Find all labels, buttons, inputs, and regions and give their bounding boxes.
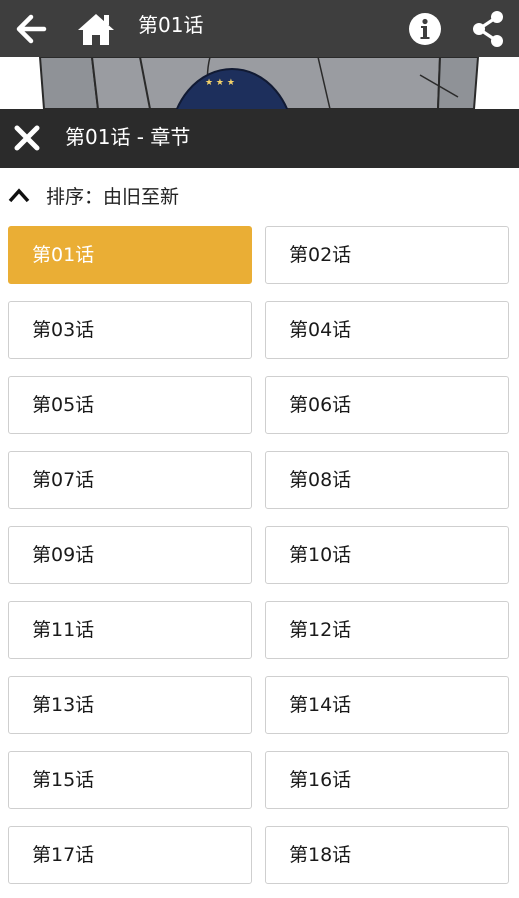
chapter-button[interactable]: 第09话 [8,526,252,584]
chapter-button[interactable]: 第16话 [265,751,509,809]
chapter-button[interactable]: 第14话 [265,676,509,734]
chapter-button[interactable]: 第08话 [265,451,509,509]
page-title: 第01话 [138,13,204,37]
chapter-button[interactable]: 第04话 [265,301,509,359]
chapter-button[interactable]: 第17话 [8,826,252,884]
close-icon [14,125,40,151]
home-icon [78,13,114,45]
svg-text:★ ★ ★: ★ ★ ★ [205,78,235,88]
chapter-panel-header: 第01话 - 章节 [0,109,519,168]
chapter-button[interactable]: 第12话 [265,601,509,659]
chapter-button[interactable]: 第06话 [265,376,509,434]
back-arrow-icon [16,14,47,43]
home-button[interactable] [70,0,122,57]
info-icon [409,12,441,45]
share-button[interactable] [462,0,514,57]
top-app-bar: 第01话 [0,0,519,57]
chapter-button[interactable]: 第18话 [265,826,509,884]
close-panel-button[interactable] [6,117,48,159]
chapter-panel-title: 第01话 - 章节 [65,125,191,149]
chapter-button[interactable]: 第07话 [8,451,252,509]
chapter-button[interactable]: 第03话 [8,301,252,359]
chapter-button[interactable]: 第01话 [8,226,252,284]
sort-order-toggle[interactable]: 排序：由旧至新 [0,168,519,224]
info-button[interactable] [402,0,448,57]
share-icon [473,10,503,47]
manga-artwork: ★ ★ ★ [0,57,519,109]
chapter-button[interactable]: 第11话 [8,601,252,659]
chapter-button[interactable]: 第02话 [265,226,509,284]
chapter-button[interactable]: 第15话 [8,751,252,809]
sort-order-label: 排序：由旧至新 [46,186,180,208]
manga-page-preview: ★ ★ ★ [0,57,519,109]
chapter-button[interactable]: 第05话 [8,376,252,434]
chapter-grid: 第01话 第02话 第03话 第04话 第05话 第06话 第07话 第08话 第09话 第10话… [0,224,519,898]
chapter-button[interactable]: 第10话 [265,526,509,584]
chevron-up-icon [8,188,30,203]
back-button[interactable] [6,0,56,57]
chapter-button[interactable]: 第13话 [8,676,252,734]
